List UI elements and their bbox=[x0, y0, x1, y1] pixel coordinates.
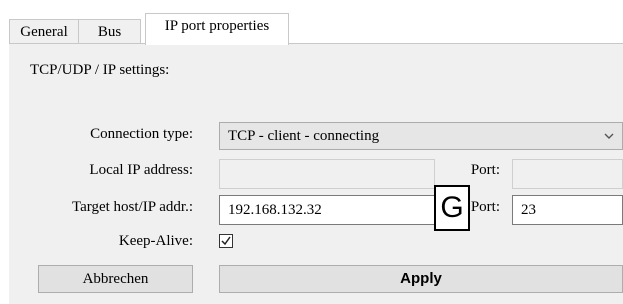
section-title: TCP/UDP / IP settings: bbox=[30, 62, 170, 78]
local-ip-label: Local IP address: bbox=[89, 162, 193, 178]
local-port-field bbox=[512, 159, 623, 189]
keepalive-checkbox[interactable] bbox=[219, 234, 233, 248]
tab-bus[interactable]: Bus bbox=[78, 19, 141, 44]
checkmark-icon bbox=[221, 236, 231, 246]
apply-button[interactable]: Apply bbox=[219, 265, 623, 293]
local-ip-field bbox=[219, 159, 435, 189]
target-port-input[interactable]: 23 bbox=[512, 195, 623, 225]
tab-general[interactable]: General bbox=[9, 19, 79, 44]
tab-strip: General Bus IP port properties bbox=[9, 13, 623, 45]
local-port-label: Port: bbox=[470, 162, 500, 178]
tab-bus-label: Bus bbox=[97, 24, 122, 40]
chevron-down-icon bbox=[604, 133, 614, 139]
tab-general-label: General bbox=[20, 24, 68, 40]
cancel-button[interactable]: Abbrechen bbox=[38, 265, 193, 293]
connection-type-select[interactable]: TCP - client - connecting bbox=[219, 122, 623, 150]
target-port-value: 23 bbox=[521, 202, 536, 218]
connection-type-label: Connection type: bbox=[90, 126, 193, 142]
target-host-input[interactable]: 192.168.132.32 bbox=[219, 195, 435, 225]
target-host-value: 192.168.132.32 bbox=[228, 202, 322, 218]
g-marker: G bbox=[434, 185, 470, 231]
keepalive-label: Keep-Alive: bbox=[118, 233, 193, 249]
tab-ip-port-properties-label: IP port properties bbox=[164, 18, 270, 34]
target-host-label: Target host/IP addr.: bbox=[71, 199, 193, 215]
tab-ip-port-properties[interactable]: IP port properties bbox=[145, 13, 289, 45]
connection-type-value: TCP - client - connecting bbox=[228, 128, 380, 144]
